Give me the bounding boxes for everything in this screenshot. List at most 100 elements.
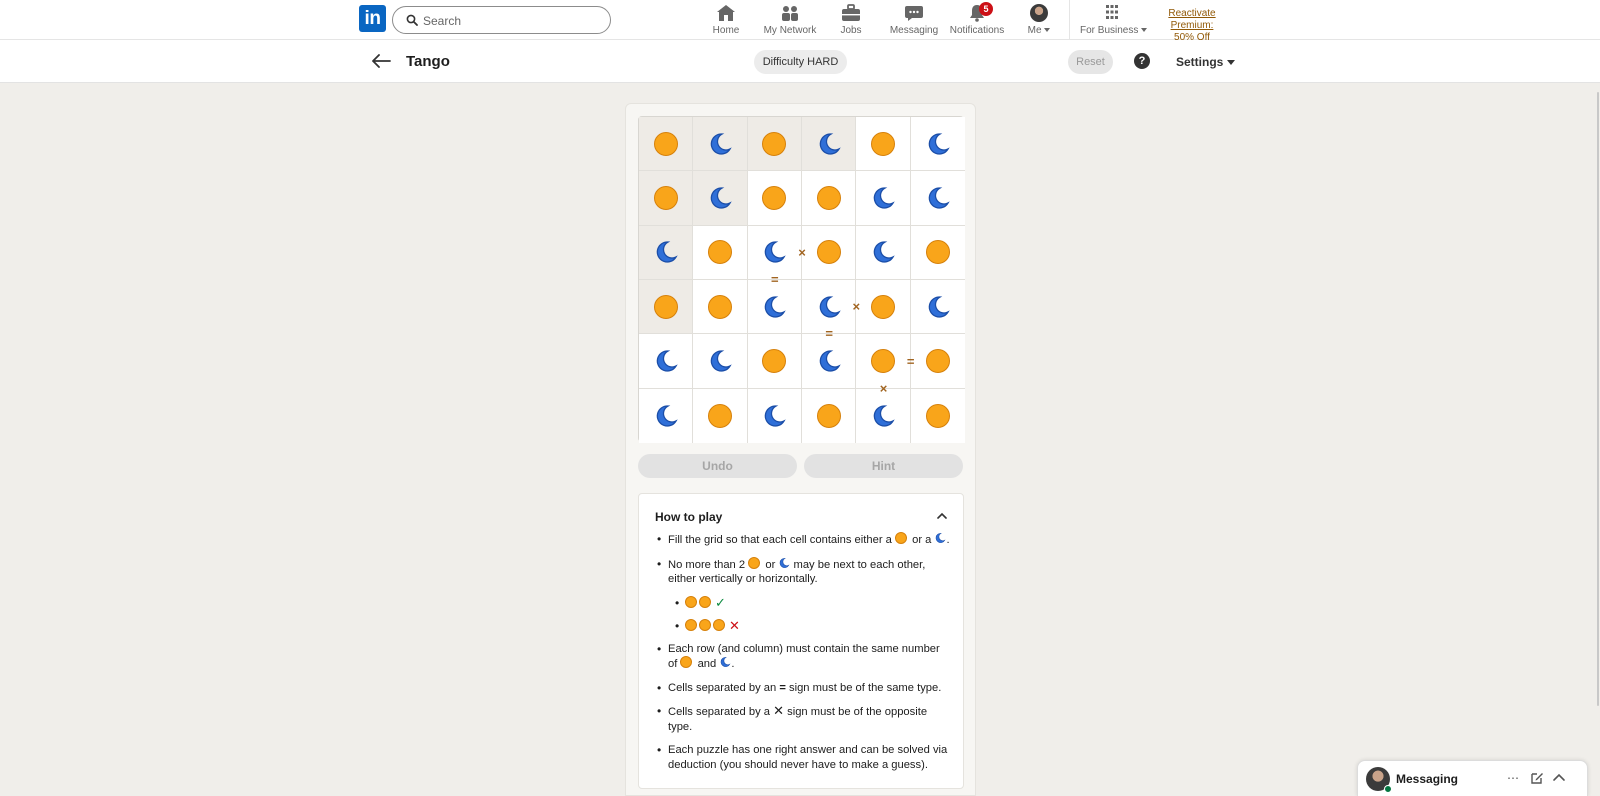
how-to-play-title: How to play <box>655 510 723 524</box>
moon-icon <box>870 403 896 429</box>
nav-me[interactable]: Me <box>1024 4 1054 38</box>
top-nav: in Home My Network Jobs Messaging 5 Noti… <box>0 0 1600 43</box>
search-input[interactable] <box>423 11 603 30</box>
grid-cell <box>639 280 694 335</box>
undo-button[interactable]: Undo <box>638 454 797 478</box>
search-box[interactable] <box>392 6 611 34</box>
rule-equal: Cells separated by an = sign must be of … <box>655 681 951 696</box>
grid-cell[interactable] <box>693 388 748 443</box>
chevron-up-icon[interactable] <box>937 512 947 519</box>
compose-icon[interactable] <box>1530 771 1544 785</box>
nav-notifications-label: Notifications <box>949 25 1005 36</box>
rule-text: . <box>731 658 735 670</box>
sun-icon <box>707 403 733 429</box>
grid-cell[interactable] <box>910 117 965 172</box>
sun-icon <box>816 403 842 429</box>
nav-jobs[interactable]: Jobs <box>836 4 866 38</box>
nav-messaging[interactable]: Messaging <box>889 4 939 38</box>
page-title: Tango <box>406 53 450 70</box>
more-options-icon[interactable]: ⋯ <box>1506 771 1520 785</box>
sun-icon <box>816 239 842 265</box>
hint-button[interactable]: Hint <box>804 454 963 478</box>
notification-badge: 5 <box>979 2 993 16</box>
moon-icon <box>816 294 842 320</box>
rule-text: Cells separated by an <box>668 681 777 694</box>
briefcase-icon <box>842 4 860 21</box>
reactivate-premium-link[interactable]: Reactivate Premium: 50% Off <box>1146 8 1238 44</box>
grid-cell[interactable] <box>910 388 965 443</box>
reset-button[interactable]: Reset <box>1068 50 1113 74</box>
chevron-up-icon[interactable] <box>1552 771 1566 785</box>
moon-icon <box>707 185 733 211</box>
grid-cell[interactable] <box>693 280 748 335</box>
grid-cell[interactable] <box>910 225 965 280</box>
online-status-icon <box>1384 785 1392 793</box>
sun-icon <box>761 185 787 211</box>
rule-text: . <box>946 534 950 546</box>
avatar <box>1030 4 1048 22</box>
grid-cell[interactable] <box>693 334 748 389</box>
messaging-dock[interactable]: Messaging ⋯ <box>1357 760 1588 796</box>
check-icon: ✓ <box>715 594 726 610</box>
cross-icon: ✕ <box>773 703 785 718</box>
caret-down-icon <box>1227 60 1236 66</box>
grid-cell[interactable] <box>856 388 911 443</box>
nav-me-label-wrap: Me <box>1024 25 1054 36</box>
nav-home[interactable]: Home <box>708 4 744 38</box>
rule-opposite: Cells separated by a ✕ sign must be of t… <box>655 703 951 734</box>
back-arrow-icon[interactable] <box>371 53 391 69</box>
rule-text: Fill the grid so that each cell contains… <box>668 534 892 546</box>
grid-cell[interactable] <box>802 388 857 443</box>
sun-icon <box>653 131 679 157</box>
messaging-label: Messaging <box>1396 772 1459 786</box>
moon-icon <box>761 294 787 320</box>
grid-cell[interactable] <box>856 117 911 172</box>
rule-text: sign must be of the same type. <box>788 681 942 694</box>
grid-cell[interactable] <box>910 171 965 226</box>
grid-cell[interactable] <box>910 280 965 335</box>
rule-text: or a <box>912 534 932 546</box>
sun-icon <box>748 556 761 569</box>
grid-cell[interactable] <box>747 280 802 335</box>
settings-dropdown[interactable]: Settings <box>1176 55 1236 69</box>
moon-icon <box>707 131 733 157</box>
grid-cell[interactable] <box>747 334 802 389</box>
game-header: Tango Difficulty HARD Reset ? Settings <box>0 40 1600 83</box>
nav-me-label: Me <box>1027 25 1042 36</box>
sun-icon <box>680 656 693 668</box>
nav-home-label: Home <box>712 25 740 36</box>
linkedin-logo[interactable]: in <box>359 5 386 32</box>
grid-cell[interactable] <box>856 225 911 280</box>
nav-my-network-label: My Network <box>763 25 817 36</box>
nav-for-business[interactable]: For Business <box>1080 4 1148 38</box>
chat-icon <box>905 6 923 21</box>
grid-cell[interactable] <box>910 334 965 389</box>
moon-icon <box>653 348 679 374</box>
moon-icon <box>870 185 896 211</box>
moon-icon <box>870 239 896 265</box>
nav-my-network[interactable]: My Network <box>762 4 818 38</box>
sun-icon <box>699 618 711 631</box>
help-icon[interactable]: ? <box>1134 53 1150 69</box>
grid-cell[interactable] <box>856 171 911 226</box>
cross-constraint: × <box>798 244 806 260</box>
grid-cell[interactable] <box>639 334 694 389</box>
grid-cell[interactable] <box>693 225 748 280</box>
game-card: × = × = = × Undo Hint How to play Fill the gr… <box>625 103 976 796</box>
rule-adjacent: No more than 2 or may be next to each ot… <box>655 556 951 587</box>
chevron-down-icon <box>1044 28 1051 33</box>
grid-cell[interactable] <box>747 171 802 226</box>
grid-cell[interactable] <box>802 171 857 226</box>
grid-cell[interactable] <box>639 388 694 443</box>
grid-cell[interactable] <box>802 334 857 389</box>
grid-cell[interactable] <box>747 388 802 443</box>
apps-grid-icon <box>1106 5 1118 19</box>
grid-cell[interactable] <box>856 280 911 335</box>
nav-notifications[interactable]: 5 Notifications <box>948 2 1006 38</box>
scrollbar[interactable] <box>1597 92 1599 706</box>
grid-cell <box>639 225 694 280</box>
moon-icon <box>707 348 733 374</box>
nav-jobs-label: Jobs <box>840 25 862 36</box>
cross-constraint: × <box>879 380 888 396</box>
grid-cell[interactable] <box>802 225 857 280</box>
